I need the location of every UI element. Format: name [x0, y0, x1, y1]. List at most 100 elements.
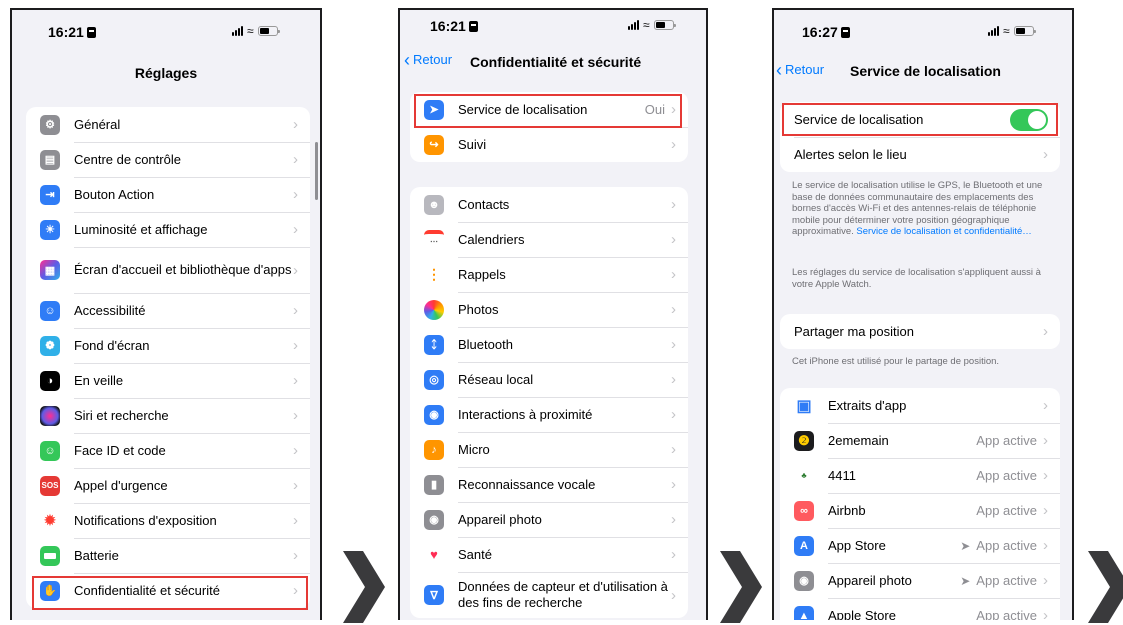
- privacy-item-calendars[interactable]: ⋯ Calendriers ›: [410, 222, 688, 257]
- app-clips-icon: ▣: [794, 395, 814, 416]
- chevron-right-icon: ›: [293, 116, 298, 133]
- share-location-group: Partager ma position ›: [780, 314, 1060, 349]
- settings-item-display[interactable]: ☀ Luminosité et affichage ›: [26, 212, 310, 247]
- privacy-top-list: ➤ Service de localisation Oui › ↪ Suivi …: [410, 92, 688, 162]
- chevron-right-icon: ›: [293, 582, 298, 599]
- privacy-item-tracking[interactable]: ↪ Suivi ›: [410, 127, 688, 162]
- settings-item-accessibility[interactable]: ☺ Accessibilité ›: [26, 293, 310, 328]
- privacy-item-local-network[interactable]: ◎ Réseau local ›: [410, 362, 688, 397]
- app-row-2ememain[interactable]: ❷ 2ememain App active ›: [780, 423, 1060, 458]
- battery-status-icon: [1013, 26, 1036, 36]
- status-bar: 16:21 ≈: [12, 10, 320, 54]
- bluetooth-icon: ᛨ: [424, 334, 444, 355]
- battery-status-icon: [653, 20, 676, 30]
- status-icons: ≈: [232, 24, 280, 38]
- chevron-right-icon: ›: [671, 406, 676, 423]
- wifi-icon: ≈: [247, 24, 254, 38]
- settings-item-home-screen[interactable]: ▦ Écran d'accueil et bibliothèque d'apps…: [26, 247, 310, 293]
- chevron-right-icon: ›: [1043, 467, 1048, 484]
- privacy-item-microphone[interactable]: ♪ Micro ›: [410, 432, 688, 467]
- chevron-right-icon: ›: [671, 371, 676, 388]
- page-title: Réglages: [134, 65, 198, 81]
- settings-item-face-id[interactable]: ☺ Face ID et code ›: [26, 433, 310, 468]
- flower-icon: ❁: [40, 335, 60, 356]
- location-toggle-row: Service de localisation: [780, 102, 1060, 137]
- chevron-right-icon: ›: [293, 261, 298, 279]
- next-step-arrow-icon: [1088, 551, 1123, 623]
- app-row-app-store[interactable]: A App Store ➤ App active ›: [780, 528, 1060, 563]
- settings-item-siri[interactable]: Siri et recherche ›: [26, 398, 310, 433]
- screen-settings: 16:21 ≈ Réglages ⚙ Général › ▤ Centre de…: [10, 8, 322, 620]
- chevron-right-icon: ›: [293, 442, 298, 459]
- chevron-right-icon: ›: [671, 136, 676, 153]
- share-note: Cet iPhone est utilisé pour le partage d…: [792, 356, 1000, 367]
- chevron-left-icon: ‹: [404, 50, 410, 70]
- camera-icon: ◉: [424, 509, 444, 530]
- status-bar: 16:27 ≈: [774, 10, 1072, 54]
- microphone-icon: ♪: [424, 439, 444, 460]
- app-row-app-clips[interactable]: ▣ Extraits d'app ›: [780, 388, 1060, 423]
- scrollbar[interactable]: [315, 142, 318, 200]
- settings-item-control-center[interactable]: ▤ Centre de contrôle ›: [26, 142, 310, 177]
- chevron-right-icon: ›: [1043, 572, 1048, 589]
- screen-privacy: 16:21 ≈ ‹ Retour Confidentialité et sécur…: [398, 8, 708, 620]
- privacy-item-location[interactable]: ➤ Service de localisation Oui ›: [410, 92, 688, 127]
- back-button[interactable]: ‹ Retour: [404, 50, 452, 71]
- chevron-right-icon: ›: [293, 547, 298, 564]
- privacy-item-bluetooth[interactable]: ᛨ Bluetooth ›: [410, 327, 688, 362]
- chevron-right-icon: ›: [293, 337, 298, 354]
- hand-icon: ✋: [40, 580, 60, 601]
- location-toggle[interactable]: [1010, 108, 1048, 131]
- gear-icon: ⚙: [40, 114, 60, 135]
- globe-icon: ◎: [424, 369, 444, 390]
- back-button[interactable]: ‹ Retour: [776, 60, 824, 81]
- settings-item-emergency-sos[interactable]: SOS Appel d'urgence ›: [26, 468, 310, 503]
- next-step-arrow-icon: [343, 551, 385, 623]
- 4411-icon: ♣: [794, 465, 814, 486]
- settings-item-wallpaper[interactable]: ❁ Fond d'écran ›: [26, 328, 310, 363]
- chevron-right-icon: ›: [1043, 397, 1048, 414]
- signal-icon: [232, 26, 243, 36]
- privacy-item-health[interactable]: ♥ Santé ›: [410, 537, 688, 572]
- privacy-item-nearby[interactable]: ◉ Interactions à proximité ›: [410, 397, 688, 432]
- chevron-right-icon: ›: [671, 101, 676, 118]
- chevron-right-icon: ›: [293, 372, 298, 389]
- signal-icon: [628, 20, 639, 30]
- privacy-item-research[interactable]: ∇ Données de capteur et d'utilisation à …: [410, 572, 688, 618]
- app-row-airbnb[interactable]: ∞ Airbnb App active ›: [780, 493, 1060, 528]
- privacy-info-link[interactable]: Service de localisation et confidentiali…: [856, 226, 1031, 237]
- settings-item-standby[interactable]: ◑ En veille ›: [26, 363, 310, 398]
- location-alerts-row[interactable]: Alertes selon le lieu ›: [780, 137, 1060, 172]
- wifi-icon: ≈: [1003, 24, 1010, 38]
- next-step-arrow-icon: [720, 551, 762, 623]
- app-row-4411[interactable]: ♣ 4411 App active ›: [780, 458, 1060, 493]
- standby-icon: ◑: [40, 370, 60, 391]
- settings-item-battery[interactable]: Batterie ›: [26, 538, 310, 573]
- settings-item-action-button[interactable]: ⇥ Bouton Action ›: [26, 177, 310, 212]
- privacy-item-reminders[interactable]: ⋮ Rappels ›: [410, 257, 688, 292]
- privacy-item-contacts[interactable]: ☻ Contacts ›: [410, 187, 688, 222]
- app-row-apple-store[interactable]: ▲ Apple Store App active ›: [780, 598, 1060, 620]
- settings-item-general[interactable]: ⚙ Général ›: [26, 107, 310, 142]
- chevron-right-icon: ›: [1043, 432, 1048, 449]
- app-row-camera[interactable]: ◉ Appareil photo ➤ App active ›: [780, 563, 1060, 598]
- privacy-item-photos[interactable]: Photos ›: [410, 292, 688, 327]
- apps-location-list: ▣ Extraits d'app › ❷ 2ememain App active…: [780, 388, 1060, 620]
- 2ememain-icon: ❷: [794, 430, 814, 451]
- share-location-row[interactable]: Partager ma position ›: [780, 314, 1060, 349]
- status-time: 16:21: [430, 18, 478, 34]
- signal-icon: [988, 26, 999, 36]
- screen-location-services: 16:27 ≈ ‹ Retour Service de localisation …: [772, 8, 1074, 620]
- chevron-right-icon: ›: [293, 512, 298, 529]
- chevron-right-icon: ›: [1043, 323, 1048, 340]
- apple-store-icon: ▲: [794, 605, 814, 620]
- privacy-item-camera[interactable]: ◉ Appareil photo ›: [410, 502, 688, 537]
- location-arrow-icon: ➤: [424, 99, 444, 120]
- settings-item-privacy[interactable]: ✋ Confidentialité et sécurité ›: [26, 573, 310, 608]
- privacy-item-speech[interactable]: ▮ Reconnaissance vocale ›: [410, 467, 688, 502]
- chevron-right-icon: ›: [1043, 537, 1048, 554]
- sun-icon: ☀: [40, 219, 60, 240]
- settings-item-exposure[interactable]: ✹ Notifications d'exposition ›: [26, 503, 310, 538]
- status-time: 16:21: [48, 24, 96, 40]
- location-arrow-icon: ➤: [960, 573, 971, 588]
